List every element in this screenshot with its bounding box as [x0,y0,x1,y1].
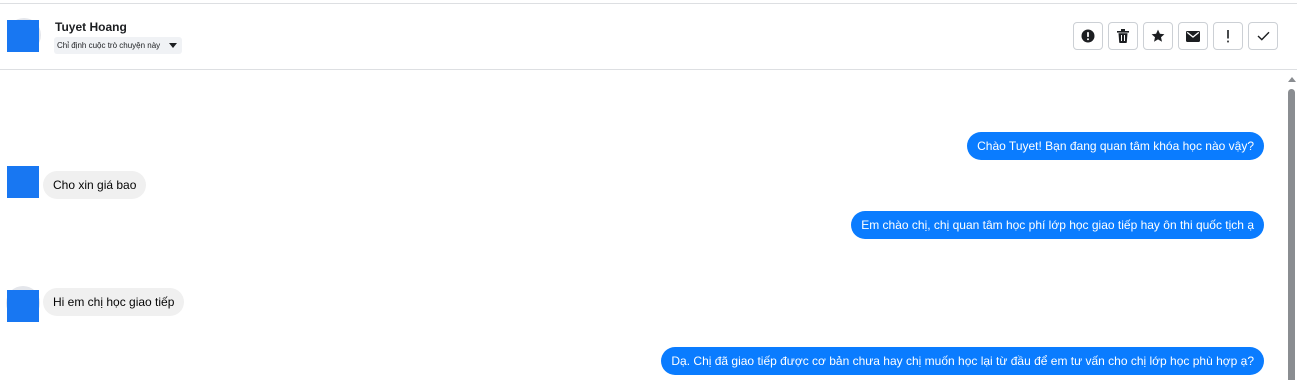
assign-conversation-label: Chỉ định cuộc trò chuyện này [57,41,161,50]
contact-avatar[interactable] [7,290,39,322]
incoming-message: Hi em chị học giao tiếp [43,288,185,316]
assign-conversation-dropdown[interactable]: Chỉ định cuộc trò chuyện này [54,37,183,54]
message-thread: Chào Tuyet! Bạn đang quan tâm khóa học n… [0,71,1286,380]
outgoing-message: Em chào chị, chị quan tâm học phí lớp họ… [851,211,1264,239]
trash-icon [1117,29,1129,43]
conversation-header: Tuyet Hoang Chỉ định cuộc trò chuyện này [0,4,1297,70]
contact-avatar[interactable] [7,166,39,198]
delete-button[interactable] [1108,22,1138,50]
contact-name[interactable]: Tuyet Hoang [55,20,127,34]
mark-unread-button[interactable] [1178,22,1208,50]
checkmark-icon [1257,31,1270,41]
scroll-up-arrow-icon[interactable] [1288,77,1296,82]
mark-spam-button[interactable] [1073,22,1103,50]
vertical-scrollbar[interactable] [1286,71,1297,380]
envelope-icon [1186,30,1200,42]
conversation-actions [1073,22,1278,50]
follow-up-button[interactable] [1213,22,1243,50]
caret-down-icon [169,43,178,48]
exclamation-icon [1227,29,1229,42]
mark-done-button[interactable] [1248,22,1278,50]
incoming-message: Cho xin giá bao [43,171,147,199]
inbox-conversation-pane: Tuyet Hoang Chỉ định cuộc trò chuyện này [0,0,1297,380]
contact-avatar[interactable] [7,20,39,52]
star-button[interactable] [1143,22,1173,50]
scrollbar-thumb[interactable] [1288,89,1295,380]
outgoing-message: Chào Tuyet! Bạn đang quan tâm khóa học n… [967,132,1264,160]
star-icon [1151,29,1165,42]
outgoing-message: Dạ. Chị đã giao tiếp được cơ bản chưa ha… [661,347,1264,375]
alert-circle-icon [1081,29,1095,43]
